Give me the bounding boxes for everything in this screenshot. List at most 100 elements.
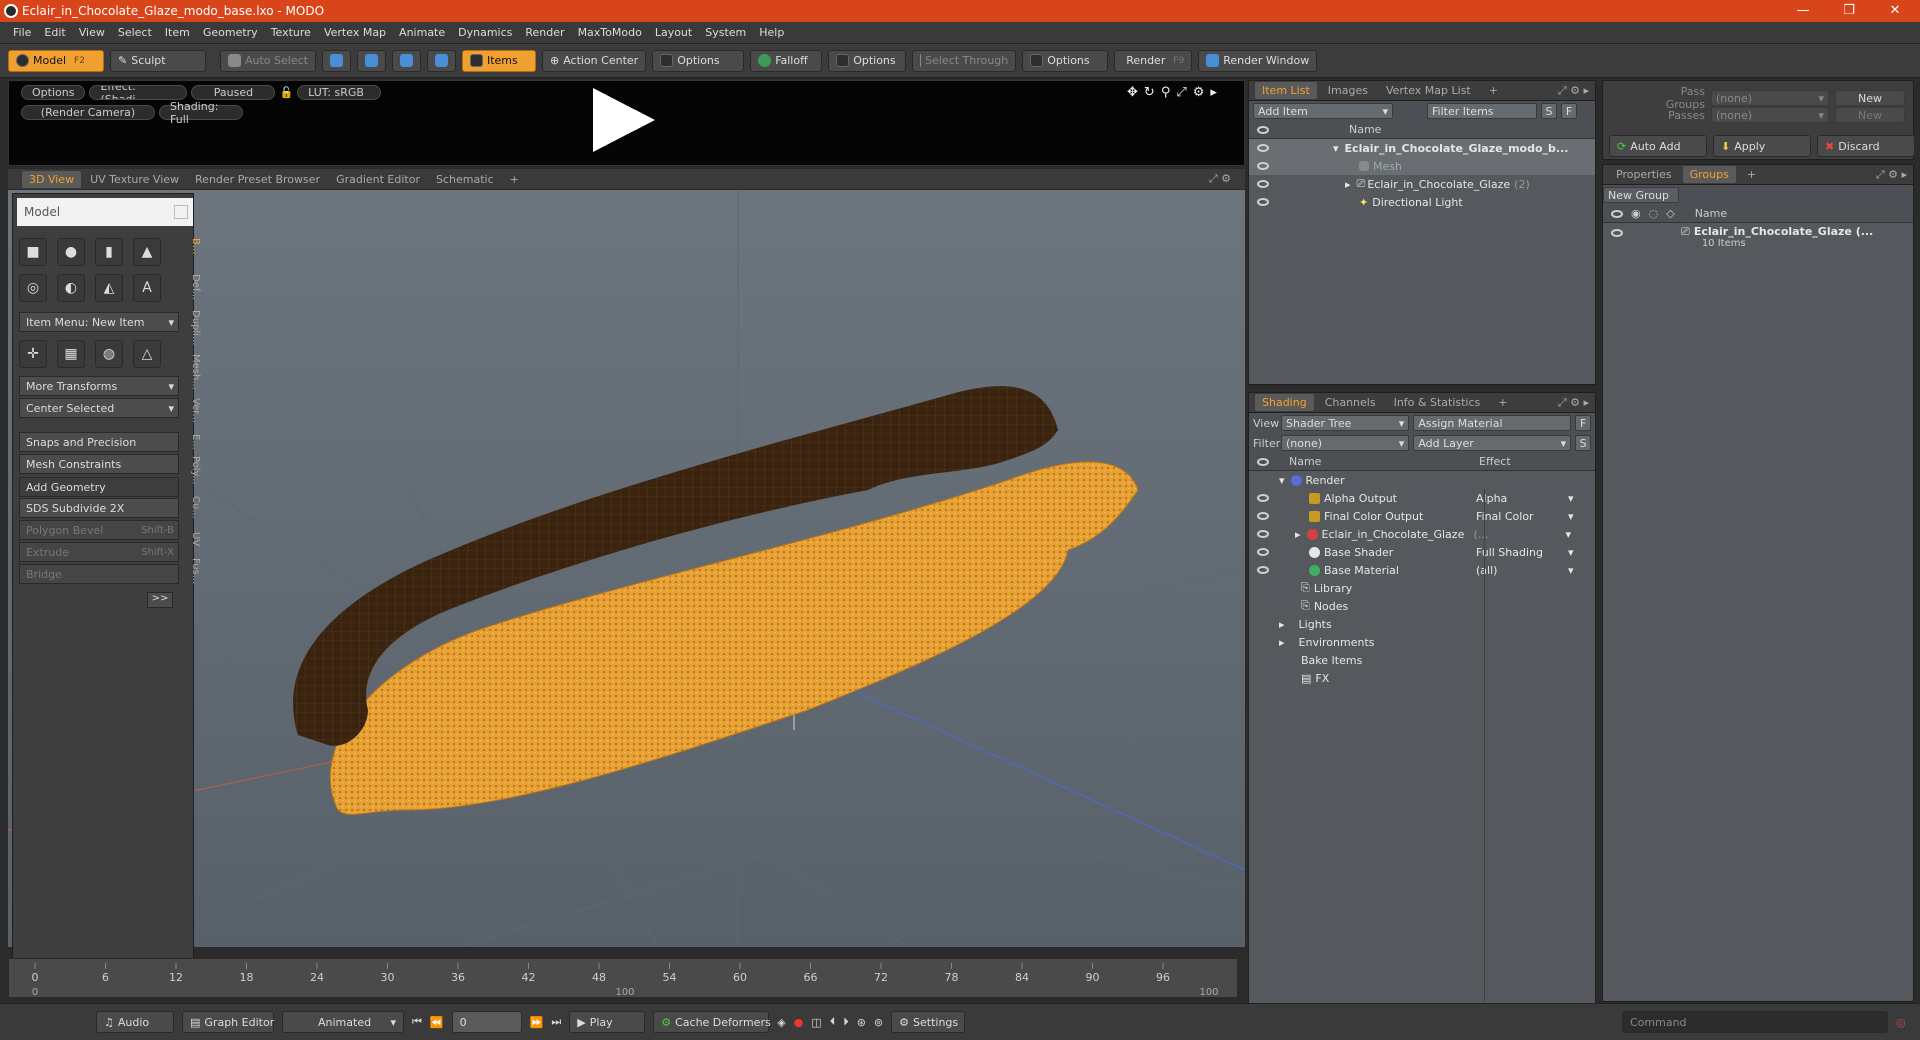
expand-panel-button[interactable]: >> bbox=[147, 592, 173, 608]
sphere-icon[interactable]: ● bbox=[57, 238, 85, 266]
preview-options[interactable]: Options bbox=[21, 85, 86, 100]
snaps-precision-button[interactable]: Snaps and Precision bbox=[19, 432, 179, 452]
shader-row-fx[interactable]: ▤ FX bbox=[1249, 669, 1595, 687]
sds-subdivide-button[interactable]: SDS Subdivide 2X bbox=[19, 498, 179, 518]
edges-mode-button[interactable] bbox=[356, 49, 386, 72]
items-mode-button[interactable]: Items bbox=[461, 49, 536, 72]
command-input[interactable]: Command bbox=[1622, 1011, 1888, 1033]
minimize-button[interactable]: — bbox=[1780, 0, 1826, 22]
menu-render[interactable]: Render bbox=[525, 26, 564, 39]
more-transforms-dropdown[interactable]: More Transforms ▾ bbox=[19, 376, 179, 396]
action-center-options-button[interactable]: Options bbox=[652, 49, 745, 72]
add-geometry-section[interactable]: Add Geometry bbox=[19, 477, 179, 497]
vtab-fusion[interactable]: Fus... bbox=[185, 558, 201, 594]
item-row-eclair[interactable]: ▸ ⎚ Eclair_in_Chocolate_Glaze (2) bbox=[1249, 175, 1595, 193]
vtab-duplicate[interactable]: Dupli... bbox=[185, 310, 201, 350]
vtab-edge[interactable]: E... bbox=[185, 434, 201, 450]
transform-icon[interactable]: ✛ bbox=[19, 340, 47, 368]
vtab-mesh[interactable]: Mesh... bbox=[185, 354, 201, 394]
item-row-light[interactable]: ✦ Directional Light bbox=[1249, 193, 1595, 211]
shader-row-alpha-output[interactable]: Alpha Output Alpha ▾ bbox=[1249, 489, 1595, 507]
tab-3d-view[interactable]: 3D View bbox=[22, 170, 82, 188]
ghost-icon[interactable]: ⊚ bbox=[874, 1016, 883, 1029]
vtab-vertex[interactable]: Ver... bbox=[185, 398, 201, 428]
grid-icon[interactable]: ▦ bbox=[57, 340, 85, 368]
restore-button[interactable]: ❐ bbox=[1826, 0, 1872, 22]
add-item-dropdown[interactable]: Add Item ▾ bbox=[1253, 103, 1393, 119]
tab-info-statistics[interactable]: Info & Statistics bbox=[1387, 394, 1488, 411]
group-row-eclair[interactable]: ⎚ Eclair_in_Chocolate_Glaze (... 10 Item… bbox=[1603, 223, 1913, 253]
filter-dropdown[interactable]: (none) ▾ bbox=[1281, 435, 1410, 451]
graph-editor-button[interactable]: ▤ Graph Editor bbox=[182, 1011, 274, 1033]
bridge-button[interactable]: Bridge bbox=[19, 564, 179, 584]
menu-geometry[interactable]: Geometry bbox=[203, 26, 258, 39]
chevron-right-icon[interactable]: ▸ bbox=[1295, 528, 1301, 541]
new-group-button[interactable]: New Group bbox=[1603, 187, 1679, 203]
item-row-mesh[interactable]: Mesh bbox=[1249, 157, 1595, 175]
menu-edit[interactable]: Edit bbox=[44, 26, 65, 39]
menu-view[interactable]: View bbox=[79, 26, 105, 39]
item-list-f-button[interactable]: F bbox=[1561, 103, 1577, 119]
discard-button[interactable]: ✖ Discard bbox=[1817, 135, 1915, 157]
tab-uv-texture-view[interactable]: UV Texture View bbox=[83, 171, 186, 188]
lock-icon[interactable]: 🔓 bbox=[279, 86, 293, 99]
tab-item-list[interactable]: Item List bbox=[1255, 82, 1317, 99]
eye-icon[interactable] bbox=[1257, 162, 1269, 170]
center-selected-dropdown[interactable]: Center Selected ▾ bbox=[19, 398, 179, 418]
polygon-bevel-button[interactable]: Polygon Bevel Shift-B bbox=[19, 520, 179, 540]
menu-dynamics[interactable]: Dynamics bbox=[458, 26, 512, 39]
text-tool-icon[interactable]: A bbox=[133, 274, 161, 302]
pyramid-icon[interactable]: △ bbox=[133, 340, 161, 368]
menu-system[interactable]: System bbox=[705, 26, 746, 39]
record-icon[interactable]: ● bbox=[794, 1016, 804, 1029]
add-tab-icon[interactable]: + bbox=[503, 171, 526, 188]
panel-settings-icon[interactable]: ⤢ ⚙ ▸ bbox=[1558, 396, 1589, 410]
tab-shading[interactable]: Shading bbox=[1255, 394, 1314, 411]
key-icon[interactable]: ◈ bbox=[777, 1016, 785, 1029]
shader-row-final-color-output[interactable]: Final Color Output Final Color ▾ bbox=[1249, 507, 1595, 525]
shader-row-eclair-material[interactable]: ▸ Eclair_in_Chocolate_Glaze (... ▾ bbox=[1249, 525, 1595, 543]
eye-icon[interactable] bbox=[1257, 530, 1269, 538]
go-to-end-icon[interactable]: ⏭ bbox=[551, 1015, 561, 1029]
vtab-deform[interactable]: Def... bbox=[185, 274, 201, 304]
menu-maxtomodo[interactable]: MaxToModo bbox=[578, 26, 642, 39]
vtab-uv[interactable]: UV bbox=[185, 532, 201, 552]
chevron-down-icon[interactable]: ▾ bbox=[1333, 142, 1339, 155]
vtab-basic[interactable]: B... bbox=[185, 238, 201, 268]
eye-icon[interactable] bbox=[1257, 198, 1269, 206]
auto-key-icon[interactable]: ◫ bbox=[811, 1016, 821, 1029]
refresh-icon[interactable]: ↻ bbox=[1144, 85, 1155, 100]
passes-dropdown[interactable]: (none) ▾ bbox=[1711, 107, 1829, 123]
eye-icon[interactable] bbox=[1257, 566, 1269, 574]
cone-icon[interactable]: ▲ bbox=[133, 238, 161, 266]
preview-lut[interactable]: LUT: sRGB bbox=[297, 85, 382, 100]
view-dropdown[interactable]: Shader Tree ▾ bbox=[1281, 415, 1410, 431]
close-button[interactable]: ✕ bbox=[1872, 0, 1918, 22]
tab-groups[interactable]: Groups bbox=[1682, 166, 1736, 183]
shader-row-library[interactable]: ⎘ Library bbox=[1249, 579, 1595, 597]
item-row-scene[interactable]: ▾ Eclair_in_Chocolate_Glaze_modo_b... bbox=[1249, 139, 1595, 157]
tab-gradient-editor[interactable]: Gradient Editor bbox=[329, 171, 427, 188]
shader-row-render[interactable]: ▾ Render bbox=[1249, 471, 1595, 489]
item-menu-dropdown[interactable]: Item Menu: New Item ▾ bbox=[19, 312, 179, 332]
animated-dropdown[interactable]: Animated ▾ bbox=[282, 1011, 404, 1033]
tab-images[interactable]: Images bbox=[1321, 82, 1375, 99]
previous-key-icon[interactable]: ⏪ bbox=[430, 1016, 444, 1029]
menu-layout[interactable]: Layout bbox=[655, 26, 692, 39]
add-layer-dropdown[interactable]: Add Layer ▾ bbox=[1413, 435, 1572, 451]
eye-icon[interactable] bbox=[1257, 548, 1269, 556]
vtab-polygon[interactable]: Poly... bbox=[185, 456, 201, 492]
select-through-options-button[interactable]: Options bbox=[1022, 49, 1109, 72]
eye-icon[interactable] bbox=[1257, 494, 1269, 502]
falloff-button[interactable]: Falloff bbox=[750, 49, 823, 72]
cache-deformers-button[interactable]: ⚙ Cache Deformers bbox=[653, 1011, 771, 1033]
pass-groups-dropdown[interactable]: (none) ▾ bbox=[1711, 90, 1829, 106]
model-mode-button[interactable]: Model F2 bbox=[8, 49, 104, 72]
menu-animate[interactable]: Animate bbox=[399, 26, 445, 39]
current-frame-input[interactable]: 0 bbox=[451, 1011, 522, 1033]
keyframe-next-icon[interactable]: ⏵ bbox=[843, 1015, 849, 1029]
preview-paused[interactable]: Paused bbox=[191, 85, 276, 100]
extrude-button[interactable]: Extrude Shift-X bbox=[19, 542, 179, 562]
mesh-constraints-button[interactable]: Mesh Constraints bbox=[19, 454, 179, 474]
torus-icon[interactable]: ◎ bbox=[19, 274, 47, 302]
